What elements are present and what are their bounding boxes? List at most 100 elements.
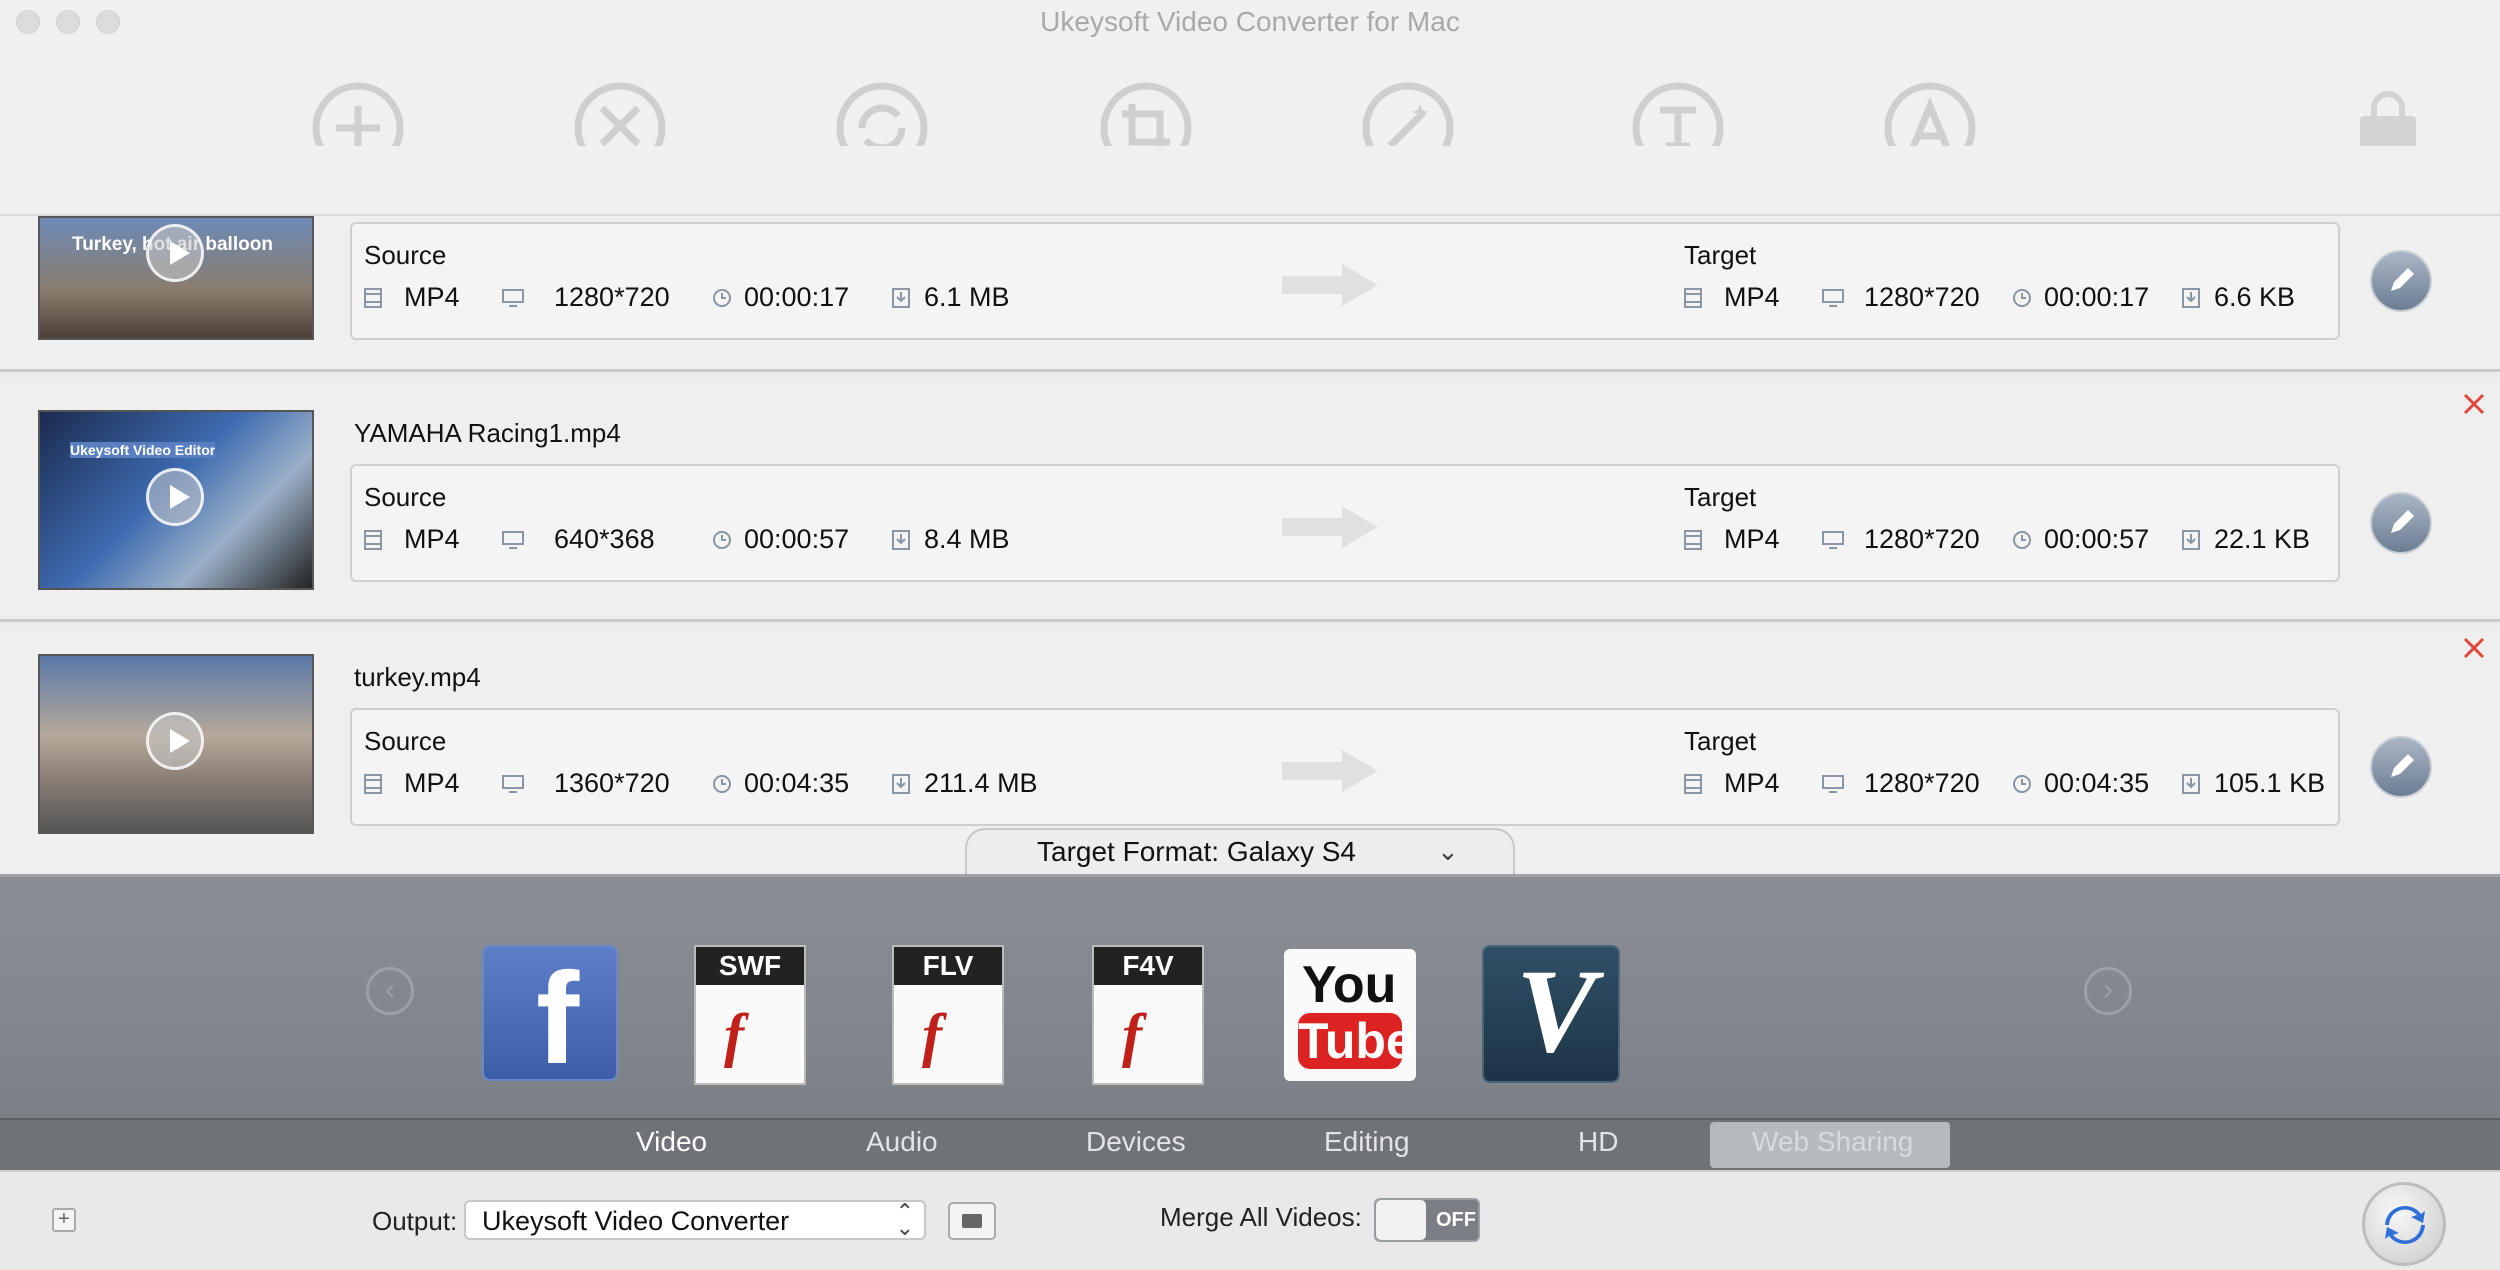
crop-icon bbox=[1100, 82, 1192, 146]
up-down-chevron-icon: ⌃ ⌄ bbox=[895, 1199, 914, 1240]
target-format-tab[interactable]: Target Format: Galaxy S4 ⌄ bbox=[965, 828, 1515, 874]
tab-audio[interactable]: Audio bbox=[866, 1126, 938, 1158]
conversion-info: Source MP4 1280*720 00:00:17 6.1 MB Targ… bbox=[350, 222, 2340, 340]
remove-file-button[interactable] bbox=[2462, 390, 2486, 424]
effects-button[interactable] bbox=[1360, 80, 1456, 146]
video-thumbnail[interactable] bbox=[38, 654, 314, 834]
source-size: 211.4 MB bbox=[924, 768, 1038, 798]
add-icon bbox=[312, 82, 404, 146]
size-icon bbox=[2182, 288, 2200, 308]
target-resolution: 1280*720 bbox=[1864, 524, 1980, 554]
target-duration: 00:00:57 bbox=[2044, 524, 2150, 554]
format-flv[interactable]: FLV f bbox=[892, 945, 1004, 1085]
file-list: Turkey, hot air balloon Source MP4 1280*… bbox=[0, 216, 2500, 872]
merge-videos-toggle[interactable]: OFF bbox=[1374, 1198, 1480, 1242]
file-row[interactable]: Turkey, hot air balloon Source MP4 1280*… bbox=[0, 216, 2500, 372]
tab-hd[interactable]: HD bbox=[1578, 1126, 1618, 1158]
source-resolution: 640*368 bbox=[554, 524, 655, 554]
format-youtube[interactable]: You Tube bbox=[1284, 949, 1416, 1081]
trim-button[interactable] bbox=[572, 80, 668, 146]
target-size: 6.6 KB bbox=[2214, 282, 2296, 312]
edit-button[interactable] bbox=[2370, 736, 2432, 798]
conversion-info: Source MP4 640*368 00:00:57 8.4 MB Targe… bbox=[350, 464, 2340, 582]
format-icon bbox=[1684, 288, 1702, 308]
pencil-icon bbox=[2391, 754, 2414, 777]
format-flv-label: FLV bbox=[894, 947, 1002, 985]
format-icon bbox=[1684, 774, 1702, 794]
output-label: Output: bbox=[372, 1206, 458, 1236]
size-icon bbox=[892, 288, 910, 308]
video-thumbnail[interactable]: Turkey, hot air balloon bbox=[38, 216, 314, 340]
pencil-icon bbox=[2391, 268, 2414, 291]
video-thumbnail[interactable]: Ukeysoft Video Editor bbox=[38, 410, 314, 590]
toggle-knob bbox=[1376, 1200, 1426, 1240]
target-format-label: Target Format: Galaxy S4 bbox=[1037, 836, 1357, 867]
source-format: MP4 bbox=[404, 282, 460, 312]
shop-button[interactable] bbox=[2340, 80, 2436, 146]
thumbnail-caption: Ukeysoft Video Editor bbox=[70, 442, 216, 458]
folder-icon bbox=[962, 1214, 982, 1228]
format-f4v[interactable]: F4V f bbox=[1092, 945, 1204, 1085]
play-icon[interactable] bbox=[146, 712, 204, 770]
youtube-logo-top: You bbox=[1302, 956, 1397, 1014]
file-row[interactable]: Ukeysoft Video Editor YAMAHA Racing1.mp4… bbox=[0, 382, 2500, 622]
bottom-bar: + Output: Ukeysoft Video Converter ⌃ ⌄ Me… bbox=[0, 1170, 2500, 1270]
next-formats-button[interactable]: › bbox=[2084, 967, 2132, 1015]
flash-icon: f bbox=[1122, 1002, 1142, 1068]
shop-bag-icon bbox=[2360, 91, 2416, 146]
scissors-icon bbox=[574, 82, 666, 146]
window-title: Ukeysoft Video Converter for Mac bbox=[1040, 6, 1460, 37]
play-icon[interactable] bbox=[146, 468, 204, 526]
arrow-right-icon bbox=[1282, 750, 1378, 792]
subtitle-icon bbox=[1632, 82, 1724, 146]
effects-wand-icon bbox=[1362, 82, 1454, 146]
flash-icon: f bbox=[922, 1002, 942, 1068]
convert-button[interactable] bbox=[2362, 1182, 2446, 1266]
rotate-button[interactable] bbox=[834, 80, 930, 146]
subtitle-button[interactable] bbox=[1630, 80, 1726, 146]
double-chevron-down-icon[interactable]: ⌄ bbox=[1437, 836, 1459, 867]
flash-icon: f bbox=[724, 1002, 744, 1068]
edit-button[interactable] bbox=[2370, 492, 2432, 554]
format-icon bbox=[364, 288, 382, 308]
previous-formats-button[interactable]: ‹ bbox=[366, 967, 414, 1015]
format-swf-label: SWF bbox=[696, 947, 804, 985]
plus-icon: + bbox=[58, 1208, 70, 1230]
size-icon bbox=[892, 774, 910, 794]
arrow-right-icon bbox=[1282, 506, 1378, 548]
source-label: Source bbox=[364, 240, 447, 270]
play-icon[interactable] bbox=[146, 224, 204, 282]
watermark-button[interactable] bbox=[1882, 80, 1978, 146]
browse-folder-button[interactable] bbox=[948, 1202, 996, 1240]
target-duration: 00:00:17 bbox=[2044, 282, 2150, 312]
add-output-button[interactable]: + bbox=[52, 1208, 76, 1232]
edit-button[interactable] bbox=[2370, 250, 2432, 312]
file-name: turkey.mp4 bbox=[354, 662, 481, 692]
format-facebook[interactable]: f bbox=[482, 945, 618, 1091]
merge-videos-label: Merge All Videos: bbox=[1160, 1202, 1362, 1232]
category-tabs: Video Audio Devices Editing HD Web Shari… bbox=[0, 1118, 2500, 1170]
tab-video[interactable]: Video bbox=[636, 1126, 707, 1158]
remove-file-button[interactable] bbox=[2462, 634, 2486, 668]
clock-icon bbox=[713, 531, 731, 549]
convert-icon bbox=[2385, 1205, 2425, 1245]
output-select[interactable]: Ukeysoft Video Converter ⌃ ⌄ bbox=[464, 1200, 926, 1240]
tab-editing[interactable]: Editing bbox=[1324, 1126, 1410, 1158]
target-resolution: 1280*720 bbox=[1864, 282, 1980, 312]
format-swf[interactable]: SWF f bbox=[694, 945, 806, 1085]
format-vimeo[interactable]: V bbox=[1482, 945, 1620, 1083]
facebook-icon: f bbox=[536, 945, 580, 1091]
clock-icon bbox=[2013, 531, 2031, 549]
format-f4v-label: F4V bbox=[1094, 947, 1202, 985]
watermark-icon bbox=[1884, 82, 1976, 146]
vimeo-icon: V bbox=[1516, 944, 1597, 1077]
source-duration: 00:00:17 bbox=[744, 282, 850, 312]
tab-web-sharing[interactable]: Web Sharing bbox=[1752, 1126, 1913, 1158]
tab-devices[interactable]: Devices bbox=[1086, 1126, 1186, 1158]
format-panel: ‹ f SWF f FLV f F4V f You Tube V › bbox=[0, 874, 2500, 1118]
crop-button[interactable] bbox=[1098, 80, 1194, 146]
add-file-button[interactable] bbox=[310, 80, 406, 146]
resolution-icon bbox=[1822, 289, 1844, 307]
format-icon bbox=[364, 530, 382, 550]
resolution-icon bbox=[1822, 531, 1844, 549]
